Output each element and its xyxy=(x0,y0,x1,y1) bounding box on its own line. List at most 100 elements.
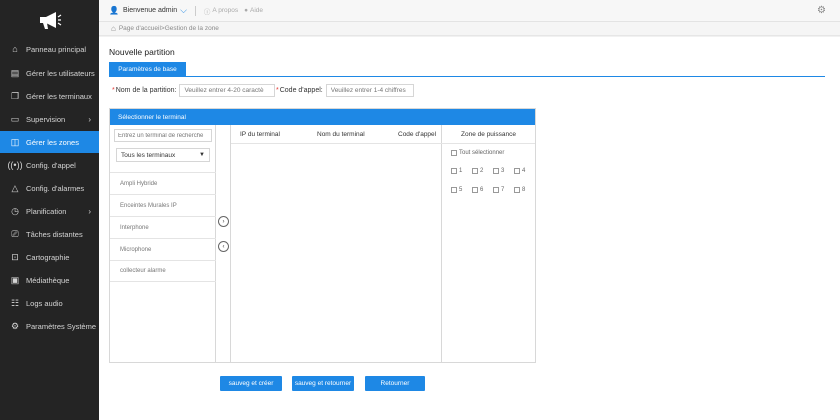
partition-name-label: Nom de la partition: xyxy=(115,87,177,94)
select-all-label: Tout sélectionner xyxy=(459,150,505,156)
power-zone-label: 5 xyxy=(459,187,463,193)
terminal-search-input[interactable] xyxy=(114,129,212,142)
selected-terminals-table: IP du terminal Nom du terminal Code d'ap… xyxy=(231,125,442,362)
media-icon: ▣ xyxy=(10,274,20,285)
about-link[interactable]: ⓘ A propos xyxy=(204,6,238,16)
page-title: Nouvelle partition xyxy=(109,47,175,57)
main-content: Nouvelle partition Paramètres de base * … xyxy=(99,37,840,420)
list-item[interactable]: collecteur alarme xyxy=(110,260,216,282)
required-marker: * xyxy=(112,87,115,94)
back-button[interactable]: Retourner xyxy=(365,376,425,391)
log-icon: ☷ xyxy=(10,297,20,308)
save-and-create-button[interactable]: sauveg et créer xyxy=(220,376,282,391)
move-left-button[interactable]: ‹ xyxy=(218,241,229,252)
logo xyxy=(0,0,99,40)
sidebar-item-call-config[interactable]: ((•)) Config. d'appel xyxy=(0,154,99,176)
chevron-right-icon: › xyxy=(88,114,91,124)
sidebar-item-system-settings[interactable]: ⚙ Paramètres Système xyxy=(0,315,99,337)
list-item[interactable]: Enceintes Murales IP xyxy=(110,194,216,216)
checkbox-box xyxy=(493,187,499,193)
power-zone-checkbox[interactable]: 8 xyxy=(514,187,525,193)
required-marker: * xyxy=(276,87,279,94)
power-zone-checkbox[interactable]: 7 xyxy=(493,187,504,193)
call-code-input[interactable] xyxy=(325,84,414,97)
sidebar: ⌂ Panneau principal ▤ Gérer les utilisat… xyxy=(0,0,99,420)
terminal-filter-select[interactable]: Tous les terminaux ▼ xyxy=(116,148,210,162)
user-menu[interactable]: 👤 Bienvenue admin ⌵ xyxy=(109,5,187,16)
sidebar-item-zones[interactable]: ◫ Gérer les zones xyxy=(0,131,99,153)
sidebar-item-dashboard[interactable]: ⌂ Panneau principal xyxy=(0,38,99,60)
move-right-button[interactable]: › xyxy=(218,216,229,227)
sidebar-item-terminals[interactable]: ❐ Gérer les terminaux xyxy=(0,85,99,107)
map-icon: ⊡ xyxy=(11,251,19,262)
breadcrumb-text[interactable]: Page d'accueil>Gestion de la zone xyxy=(119,25,219,32)
chevron-left-icon: ‹ xyxy=(222,243,225,250)
sidebar-item-label: Tâches distantes xyxy=(26,229,83,239)
power-zone-area: Zone de puissance Tout sélectionner 1 2 … xyxy=(442,125,535,362)
sidebar-item-supervision[interactable]: ▭ Supervision › xyxy=(0,108,99,130)
sidebar-item-label: Gérer les zones xyxy=(26,137,79,147)
remote-icon: ⎚ xyxy=(11,228,19,239)
sidebar-item-label: Supervision xyxy=(26,114,66,124)
sidebar-item-map[interactable]: ⊡ Cartographie xyxy=(0,246,99,268)
sidebar-item-remote-tasks[interactable]: ⎚ Tâches distantes xyxy=(0,223,99,245)
power-zone-label: 8 xyxy=(522,187,526,193)
checkbox-box xyxy=(472,168,478,174)
column-header-name: Nom du terminal xyxy=(317,131,365,138)
home-icon[interactable]: ⌂ xyxy=(111,24,116,33)
chevron-right-icon: › xyxy=(88,206,91,216)
partition-name-input[interactable] xyxy=(179,84,276,97)
settings-icon: ⚙ xyxy=(10,320,20,331)
clock-icon: ◷ xyxy=(11,205,19,216)
sidebar-item-label: Logs audio xyxy=(26,298,63,308)
monitor-icon: ▭ xyxy=(10,113,20,124)
list-item[interactable]: Ampli Hybride xyxy=(110,172,216,194)
sidebar-item-alarm-config[interactable]: △ Config. d'alarmes xyxy=(0,177,99,199)
power-zone-checkbox[interactable]: 3 xyxy=(493,168,504,174)
welcome-text: Bienvenue xyxy=(122,7,157,14)
power-zone-checkbox[interactable]: 6 xyxy=(472,187,483,193)
column-header-power-zone: Zone de puissance xyxy=(442,125,535,144)
power-zone-checkbox[interactable]: 1 xyxy=(451,168,462,174)
checkbox-box xyxy=(472,187,478,193)
chevron-down-icon: ⌵ xyxy=(180,5,187,15)
terminal-selection-panel: Sélectionner le terminal Tous les termin… xyxy=(109,108,536,363)
sidebar-item-label: Config. d'appel xyxy=(26,160,76,170)
help-label: Aide xyxy=(250,7,264,14)
sidebar-item-label: Planification xyxy=(26,206,67,216)
user-card-icon: ▤ xyxy=(10,67,20,78)
sidebar-item-label: Gérer les terminaux xyxy=(26,91,92,101)
user-icon: 👤 xyxy=(109,6,119,15)
column-header-code: Code d'appel xyxy=(398,131,437,138)
help-link[interactable]: ● Aide xyxy=(244,7,263,14)
power-zone-label: 1 xyxy=(459,168,463,174)
chevron-down-icon: ▼ xyxy=(199,152,205,158)
sidebar-item-planning[interactable]: ◷ Planification › xyxy=(0,200,99,222)
power-zone-label: 6 xyxy=(480,187,484,193)
settings-icon[interactable]: ⚙ xyxy=(817,5,826,16)
sidebar-item-users[interactable]: ▤ Gérer les utilisateurs xyxy=(0,62,99,84)
select-all-checkbox[interactable]: Tout sélectionner xyxy=(451,150,504,156)
sidebar-item-audio-logs[interactable]: ☷ Logs audio xyxy=(0,292,99,314)
power-zone-label: 7 xyxy=(501,187,505,193)
save-and-return-button[interactable]: sauveg et retourner xyxy=(292,376,354,391)
table-header: IP du terminal Nom du terminal Code d'ap… xyxy=(231,125,442,144)
terminal-filter-value: Tous les terminaux xyxy=(121,151,176,159)
power-zone-checkbox[interactable]: 4 xyxy=(514,168,525,174)
partition-name-row: * Nom de la partition: xyxy=(112,84,276,97)
power-zone-checkbox[interactable]: 2 xyxy=(472,168,483,174)
checkbox-box xyxy=(493,168,499,174)
sidebar-item-media[interactable]: ▣ Médiathèque xyxy=(0,269,99,291)
sidebar-item-label: Paramètres Système xyxy=(26,321,97,331)
sidebar-item-label: Médiathèque xyxy=(26,275,70,285)
tab-basic-params[interactable]: Paramètres de base xyxy=(109,62,186,77)
column-header-ip: IP du terminal xyxy=(240,131,280,138)
list-item[interactable]: Microphone xyxy=(110,238,216,260)
sidebar-item-label: Panneau principal xyxy=(26,44,87,54)
checkbox-box xyxy=(514,168,520,174)
home-icon: ⌂ xyxy=(12,44,18,54)
power-zone-checkbox[interactable]: 5 xyxy=(451,187,462,193)
info-icon: ⓘ xyxy=(203,8,211,16)
list-item[interactable]: Interphone xyxy=(110,216,216,238)
sidebar-item-label: Cartographie xyxy=(26,252,70,262)
